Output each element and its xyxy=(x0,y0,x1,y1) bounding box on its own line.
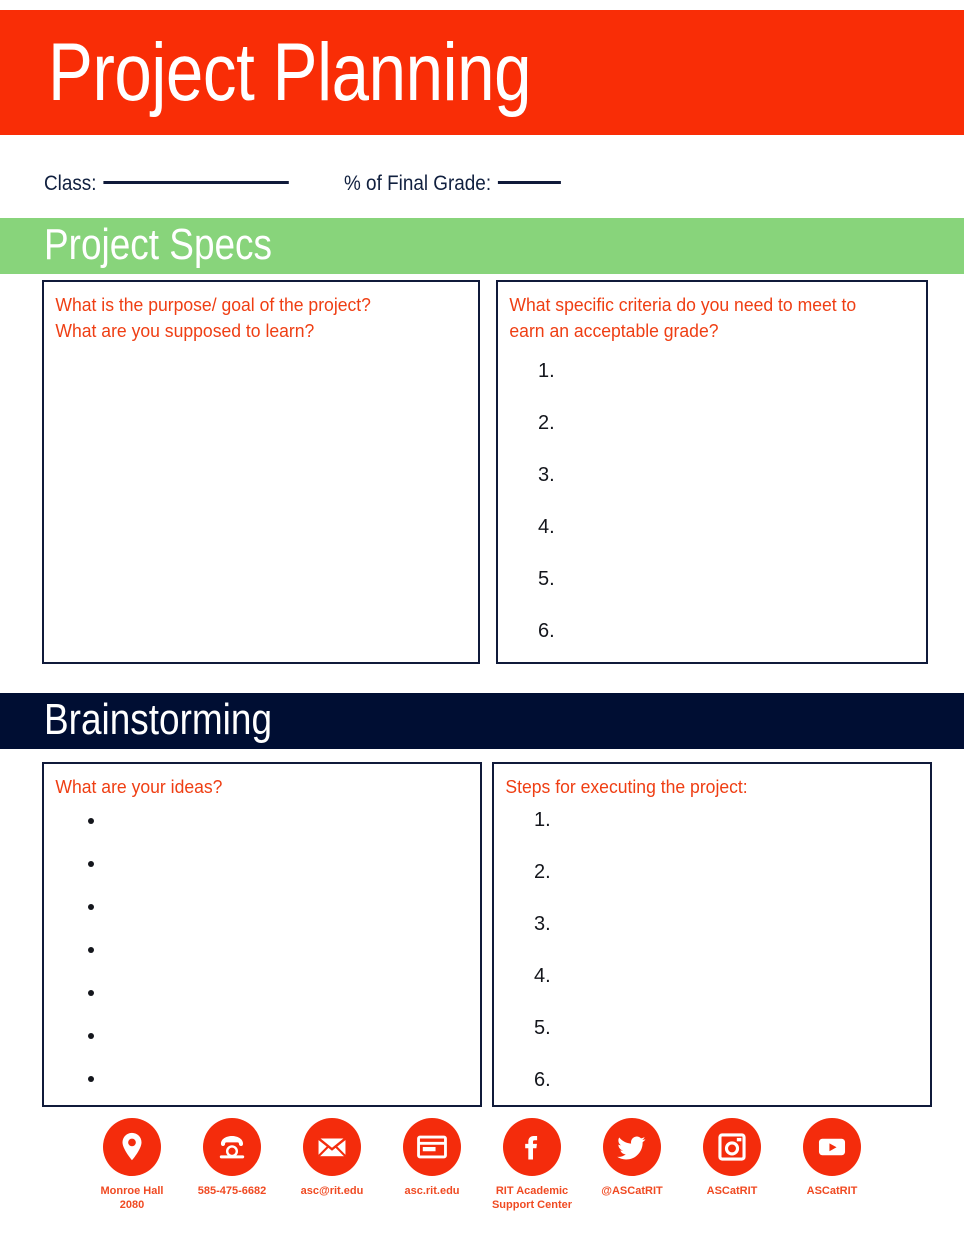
project-specs-criteria-box[interactable]: What specific criteria do you need to me… xyxy=(496,280,928,664)
section-band-project-specs: Project Specs xyxy=(0,218,964,274)
footer-caption: 585-475-6682 xyxy=(197,1185,267,1197)
grade-label-text: % of Final Grade: xyxy=(344,172,492,195)
footer-caption: ASCatRIT xyxy=(806,1185,858,1197)
instagram-icon xyxy=(703,1118,761,1176)
project-specs-criteria-prompt: What specific criteria do you need to me… xyxy=(509,294,857,342)
list-item[interactable]: 5. xyxy=(534,1018,930,1070)
list-item[interactable]: 4. xyxy=(538,517,926,569)
footer-caption: asc.rit.edu xyxy=(404,1185,460,1197)
list-item[interactable]: 4. xyxy=(534,966,930,1018)
footer-item-twitter[interactable]: @ASCatRIT xyxy=(588,1118,676,1199)
footer-item-instagram[interactable]: ASCatRIT xyxy=(688,1118,776,1199)
grade-fill-in-line[interactable] xyxy=(498,181,562,185)
list-item[interactable]: 6. xyxy=(538,621,926,673)
title-banner: Project Planning xyxy=(0,10,964,135)
brainstorming-steps-prompt: Steps for executing the project: xyxy=(505,776,748,797)
youtube-icon xyxy=(803,1118,861,1176)
page-title: Project Planning xyxy=(48,26,532,118)
footer-item-location[interactable]: Monroe Hall 2080 xyxy=(88,1118,176,1213)
list-item[interactable] xyxy=(88,855,480,898)
brainstorming-steps-box[interactable]: Steps for executing the project: 1. 2. 3… xyxy=(492,762,932,1107)
class-label: Class: xyxy=(44,172,293,196)
list-item[interactable]: 1. xyxy=(538,361,926,413)
section-band-brainstorming: Brainstorming xyxy=(0,693,964,749)
project-specs-purpose-prompt: What is the purpose/ goal of the project… xyxy=(55,294,371,342)
class-fill-in-line[interactable] xyxy=(103,181,290,185)
brainstorming-ideas-box[interactable]: What are your ideas? xyxy=(42,762,482,1107)
section-heading-project-specs: Project Specs xyxy=(44,220,273,270)
list-item[interactable]: 6. xyxy=(534,1070,930,1122)
footer-item-website[interactable]: asc.rit.edu xyxy=(388,1118,476,1199)
list-item[interactable] xyxy=(88,984,480,1027)
map-pin-icon xyxy=(103,1118,161,1176)
twitter-icon xyxy=(603,1118,661,1176)
envelope-icon xyxy=(303,1118,361,1176)
project-specs-purpose-box[interactable]: What is the purpose/ goal of the project… xyxy=(42,280,480,664)
list-item[interactable]: 3. xyxy=(534,914,930,966)
footer-item-email[interactable]: asc@rit.edu xyxy=(288,1118,376,1199)
ideas-bullet-list xyxy=(44,800,480,1113)
class-label-text: Class: xyxy=(44,172,97,195)
footer-item-phone[interactable]: 585-475-6682 xyxy=(188,1118,276,1199)
list-item[interactable] xyxy=(88,898,480,941)
footer-caption: asc@rit.edu xyxy=(300,1185,364,1197)
footer-caption: ASCatRIT xyxy=(706,1185,758,1197)
meta-row: Class: % of Final Grade: xyxy=(0,160,964,208)
brainstorming-ideas-prompt: What are your ideas? xyxy=(55,776,223,797)
list-item[interactable]: 5. xyxy=(538,569,926,621)
footer-caption: @ASCatRIT xyxy=(601,1185,663,1197)
footer-contact-bar: Monroe Hall 2080 585-475-6682 asc@rit.ed… xyxy=(0,1118,964,1213)
footer-caption: Monroe Hall 2080 xyxy=(100,1185,164,1211)
website-icon xyxy=(403,1118,461,1176)
footer-item-facebook[interactable]: RIT Academic Support Center xyxy=(488,1118,576,1213)
footer-caption: RIT Academic Support Center xyxy=(491,1185,573,1211)
list-item[interactable] xyxy=(88,1027,480,1070)
footer-item-youtube[interactable]: ASCatRIT xyxy=(788,1118,876,1199)
facebook-icon xyxy=(503,1118,561,1176)
list-item[interactable] xyxy=(88,1070,480,1113)
list-item[interactable]: 1. xyxy=(534,810,930,862)
criteria-numbered-list: 1. 2. 3. 4. 5. 6. xyxy=(498,345,926,673)
steps-numbered-list: 1. 2. 3. 4. 5. 6. xyxy=(494,800,930,1122)
list-item[interactable]: 2. xyxy=(534,862,930,914)
section-heading-brainstorming: Brainstorming xyxy=(44,695,273,745)
list-item[interactable]: 3. xyxy=(538,465,926,517)
grade-label: % of Final Grade: xyxy=(344,172,565,196)
list-item[interactable]: 2. xyxy=(538,413,926,465)
phone-icon xyxy=(203,1118,261,1176)
list-item[interactable] xyxy=(88,812,480,855)
list-item[interactable] xyxy=(88,941,480,984)
